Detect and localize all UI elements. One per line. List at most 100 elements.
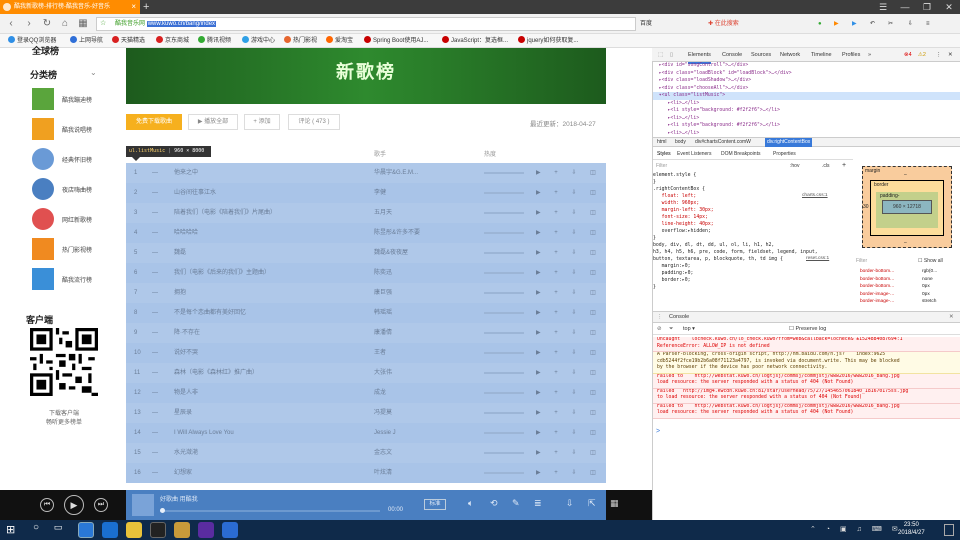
row-actions[interactable]: ▶ + ⇩ ◫ — [536, 203, 602, 223]
dom-node-line[interactable]: ▸<div class="loadBlock" id="loadBlock">…… — [653, 70, 960, 78]
volume-icon[interactable]: 🔈︎ — [468, 498, 473, 509]
style-line[interactable]: } — [653, 284, 849, 291]
row-actions[interactable]: ▶ + ⇩ ◫ — [536, 303, 602, 323]
hov-toggle[interactable]: :hov — [790, 163, 799, 169]
song-artist[interactable]: 华晨宇&G.E.M... — [374, 163, 418, 183]
song-title[interactable]: 山谷间往事江水 — [174, 183, 216, 203]
album-cover[interactable] — [132, 494, 154, 516]
tab-network[interactable]: Network — [780, 48, 800, 62]
table-row[interactable]: 16 — 幻想家 叶炫清 ▶ + ⇩ ◫ — [126, 463, 606, 483]
style-line[interactable]: line-height: 40px; — [653, 221, 849, 228]
console-error[interactable]: Failed http://img4.kwcdn.kuwo.cn:81/star… — [653, 388, 960, 404]
sidebar-item[interactable]: 酷我说唱榜 — [32, 118, 112, 142]
song-artist[interactable]: 魏磊&夜夜屋 — [374, 243, 408, 263]
more-menu-icon[interactable]: ⋮ — [936, 48, 942, 62]
song-title[interactable]: 说好不哭 — [174, 343, 198, 363]
table-row[interactable]: 10 — 说好不哭 王者 ▶ + ⇩ ◫ — [126, 343, 606, 363]
row-actions[interactable]: ▶ + ⇩ ◫ — [536, 343, 602, 363]
search-icon[interactable]: ○ — [28, 522, 44, 538]
tab-console[interactable]: Console — [722, 48, 742, 62]
style-line[interactable]: .rightContentBox { — [653, 186, 849, 193]
styles-filter[interactable]: Filter — [656, 163, 667, 169]
song-title[interactable]: 森林（电影《森林红》推广曲） — [174, 363, 258, 383]
style-line[interactable]: border:▸0; — [653, 277, 849, 284]
filter-icon[interactable]: ⏷ — [669, 323, 673, 335]
style-line[interactable]: body, div, dl, dt, dd, ul, ol, li, h1, h… — [653, 242, 849, 249]
editor-icon[interactable] — [198, 522, 214, 538]
style-line[interactable]: h3, h4, h5, h6, pre, code, form, fieldse… — [653, 249, 849, 256]
row-actions[interactable]: ▶ + ⇩ ◫ — [536, 403, 602, 423]
subtab-dom-breakpoints[interactable]: DOM Breakpoints — [721, 148, 760, 160]
chevron-down-icon[interactable]: ⌄ — [90, 68, 97, 77]
row-actions[interactable]: ▶ + ⇩ ◫ — [536, 243, 602, 263]
bookmark-item[interactable]: 游戏中心 — [242, 34, 275, 48]
bookmark-item[interactable]: 爱淘宝 — [326, 34, 353, 48]
row-actions[interactable]: ▶ + ⇩ ◫ — [536, 363, 602, 383]
table-row[interactable]: 3 — 陪着我们（电影《陪着我们》片尾曲） 五月天 ▶ + ⇩ ◫ — [126, 203, 606, 223]
windows-start-icon[interactable]: ⊞ — [6, 523, 15, 536]
song-title[interactable]: 他来之中 — [174, 163, 198, 183]
clock[interactable]: 23:50 2018/4/27 — [898, 521, 925, 537]
style-line[interactable]: } — [653, 235, 849, 242]
table-row[interactable]: 5 — 魏磊 魏磊&夜夜屋 ▶ + ⇩ ◫ — [126, 243, 606, 263]
style-line[interactable]: margin-left: 30px; — [653, 207, 849, 214]
subtab-styles[interactable]: Styles — [657, 148, 671, 160]
song-artist[interactable]: 冯提莫 — [374, 403, 392, 423]
song-title[interactable]: 不是每个恋曲都有美好回忆 — [174, 303, 246, 323]
play-all-button[interactable]: ▶ 播放全部 — [188, 114, 238, 130]
style-line[interactable]: margin:▸0; — [653, 263, 849, 270]
drawer-menu-icon[interactable]: ⋮ — [657, 312, 663, 323]
console-error[interactable]: Uncaught locheck.kuwo.cn/lo_check.kuwo?f… — [653, 337, 960, 352]
computed-filter[interactable]: Filter — [856, 258, 867, 264]
undo-icon[interactable]: ↶ — [870, 18, 875, 30]
song-title[interactable]: 水光潋滟 — [174, 443, 198, 463]
computed-property[interactable]: border-image-... — [860, 298, 894, 306]
row-actions[interactable]: ▶ + ⇩ ◫ — [536, 223, 602, 243]
song-artist[interactable]: 康巨强 — [374, 283, 392, 303]
add-rule-icon[interactable]: + — [842, 162, 846, 169]
star-icon[interactable]: ☆ — [100, 19, 110, 29]
qq-browser-icon[interactable] — [102, 522, 118, 538]
subtab-event-listeners[interactable]: Event Listeners — [677, 148, 711, 160]
terminal-icon[interactable] — [150, 522, 166, 538]
sidebar-item[interactable]: 夜店嗨曲榜 — [32, 178, 112, 202]
song-artist[interactable]: 李健 — [374, 183, 386, 203]
error-count[interactable]: ⊗4 — [904, 48, 912, 62]
sidebar-item[interactable]: 酷我蹦迪榜 — [32, 88, 112, 112]
dom-node-line[interactable]: ▸<div class="chooseAll">…</div> — [653, 85, 960, 93]
progress-handle[interactable] — [160, 508, 165, 513]
style-line[interactable]: padding:▸0; — [653, 270, 849, 277]
forward-icon[interactable]: › — [22, 17, 36, 31]
add-button[interactable]: + 添加 — [244, 114, 280, 130]
style-line[interactable]: element.style { — [653, 172, 849, 179]
tabs-grid-icon[interactable]: ▦ — [76, 17, 90, 31]
row-actions[interactable]: ▶ + ⇩ ◫ — [536, 463, 602, 483]
dom-node-line[interactable]: ▸<li style="background: #f2f2f6">…</li> — [653, 107, 960, 115]
maximize-icon[interactable]: ❐ — [916, 0, 938, 14]
song-title[interactable]: 星辰录 — [174, 403, 192, 423]
loop-icon[interactable]: ⟲ — [490, 498, 498, 509]
tab-timeline[interactable]: Timeline — [811, 48, 832, 62]
system-tray-icons[interactable]: ⌃ ◔ ▣ ♫ ⌨ ✉ — [810, 525, 902, 533]
folder-icon[interactable] — [174, 522, 190, 538]
next-icon[interactable]: ⏭ — [94, 498, 108, 512]
crumb-item-active[interactable]: div.rightContentBox — [765, 138, 813, 147]
quality-button[interactable]: 标准 — [424, 499, 446, 510]
crumb-item[interactable]: body — [675, 138, 686, 147]
settings-icon[interactable]: ✎ — [512, 498, 520, 509]
sidebar-item[interactable]: 经典怀旧榜 — [32, 148, 112, 172]
address-bar[interactable]: 酷我音乐网 www.kuwo.cn/bang/index — [96, 17, 636, 31]
table-row[interactable]: 14 — I Will Always Love You Jessie J ▶ + ⇩ ◫ — [126, 423, 606, 443]
wechat-icon[interactable]: ● — [818, 18, 822, 30]
song-title[interactable]: 物是人非 — [174, 383, 198, 403]
song-artist[interactable]: 成龙 — [374, 383, 386, 403]
console-tab[interactable]: Console — [669, 312, 689, 323]
subtab-properties[interactable]: Properties — [773, 148, 796, 160]
console-prompt[interactable]: > — [656, 428, 660, 435]
play-icon[interactable]: ▶ — [852, 18, 857, 30]
bookmark-item[interactable]: jquery如何获取复... — [518, 34, 578, 48]
style-line[interactable]: font-size: 14px; — [653, 214, 849, 221]
table-row[interactable]: 11 — 森林（电影《森林红》推广曲） 大张伟 ▶ + ⇩ ◫ — [126, 363, 606, 383]
menu-icon[interactable]: ≡ — [926, 18, 930, 30]
bookmark-item[interactable]: 上网导航 — [70, 34, 103, 48]
